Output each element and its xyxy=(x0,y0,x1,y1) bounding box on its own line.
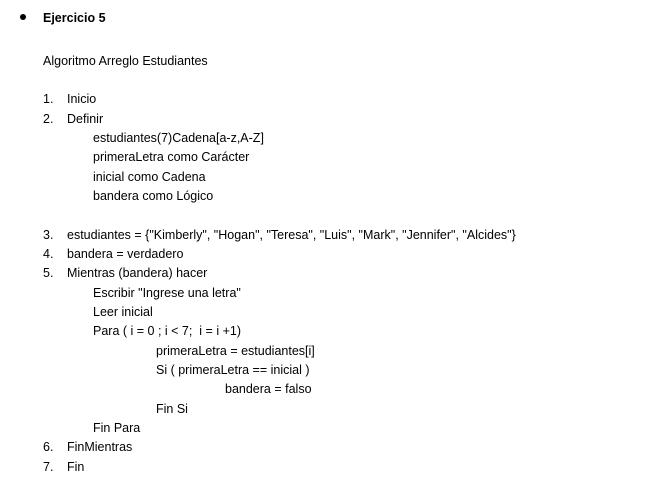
definition-line-3: inicial como Cadena xyxy=(93,170,206,184)
for-line-1: primeraLetra = estudiantes[i] xyxy=(156,344,315,358)
step-number-1: 1. xyxy=(43,92,54,106)
step-4-text: bandera = verdadero xyxy=(67,247,184,261)
for-line-2: Si ( primeraLetra == inicial ) xyxy=(156,363,310,377)
while-line-3: Para ( i = 0 ; i < 7; i = i +1) xyxy=(93,324,241,338)
document-page: { "exercise": { "title": "Ejercicio 5", … xyxy=(0,0,662,492)
step-1-text: Inicio xyxy=(67,92,97,106)
step-3-text: estudiantes = {"Kimberly", "Hogan", "Ter… xyxy=(67,228,516,242)
while-line-4: Fin Para xyxy=(93,421,141,435)
step-number-5: 5. xyxy=(43,266,54,280)
if-line-1: bandera = falso xyxy=(225,382,312,396)
step-7-text: Fin xyxy=(67,460,85,474)
bullet-icon xyxy=(20,14,26,20)
algorithm-title: Algoritmo Arreglo Estudiantes xyxy=(43,54,208,68)
step-number-7: 7. xyxy=(43,460,54,474)
step-6-text: FinMientras xyxy=(67,440,133,454)
definition-line-4: bandera como Lógico xyxy=(93,189,214,203)
definition-line-2: primeraLetra como Carácter xyxy=(93,150,250,164)
for-line-3: Fin Si xyxy=(156,402,188,416)
step-number-4: 4. xyxy=(43,247,54,261)
step-number-2: 2. xyxy=(43,112,54,126)
while-line-2: Leer inicial xyxy=(93,305,153,319)
step-2-text: Definir xyxy=(67,112,104,126)
definition-line-1: estudiantes(7)Cadena[a-z,A-Z] xyxy=(93,131,264,145)
step-5-text: Mientras (bandera) hacer xyxy=(67,266,208,280)
step-number-6: 6. xyxy=(43,440,54,454)
while-line-1: Escribir "Ingrese una letra" xyxy=(93,286,241,300)
exercise-title: Ejercicio 5 xyxy=(43,11,106,25)
step-number-3: 3. xyxy=(43,228,54,242)
